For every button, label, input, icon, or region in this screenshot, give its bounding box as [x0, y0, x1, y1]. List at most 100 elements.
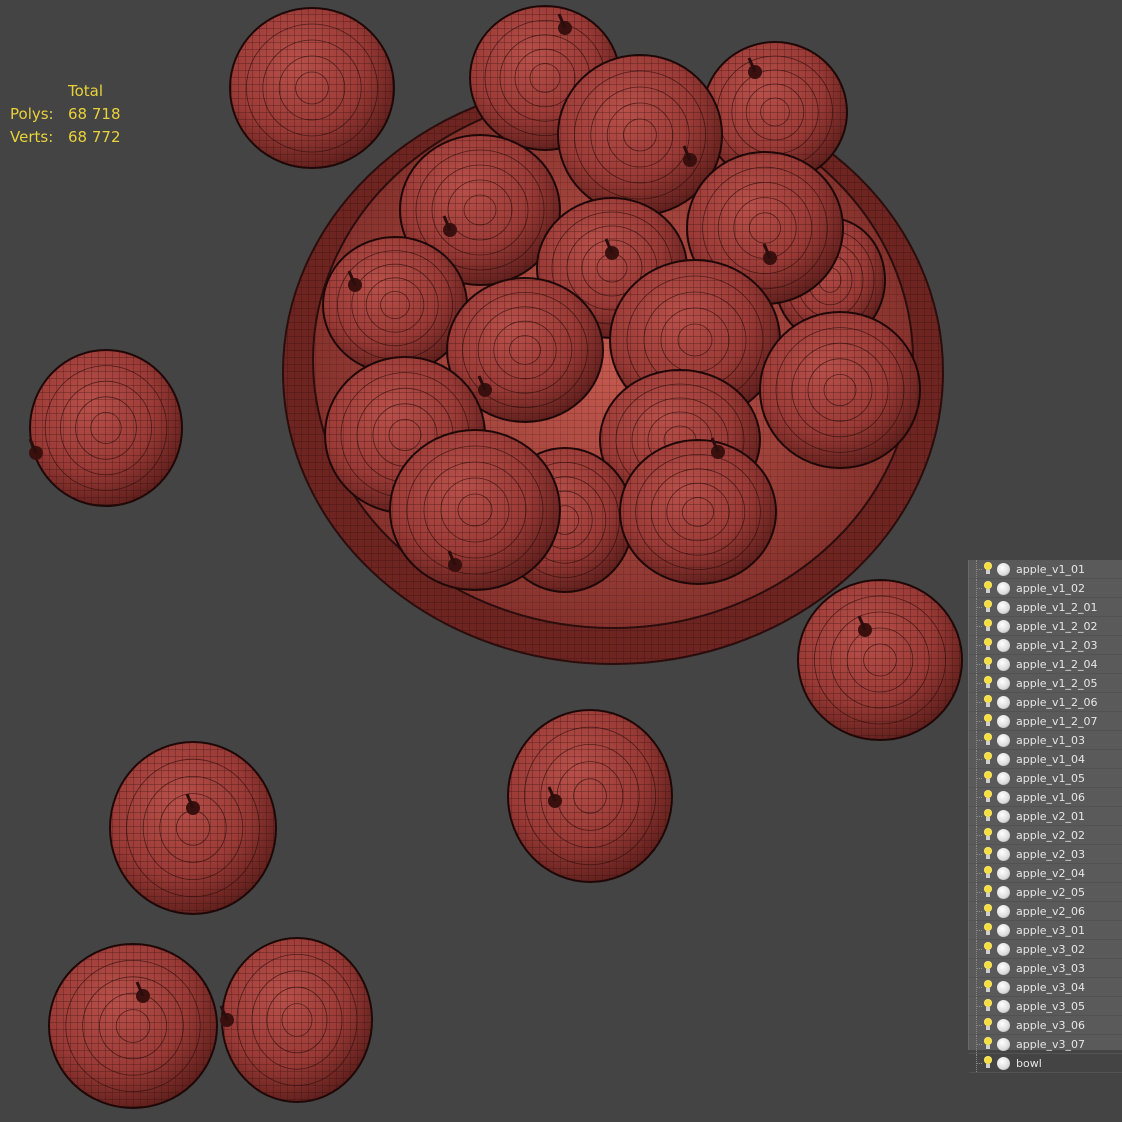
bulb-icon[interactable]	[983, 771, 993, 785]
tree-line	[969, 807, 983, 825]
bulb-icon[interactable]	[983, 676, 993, 690]
layer-item[interactable]: apple_v3_05	[969, 997, 1122, 1016]
layer-item[interactable]: apple_v2_01	[969, 807, 1122, 826]
render-icon[interactable]	[997, 581, 1010, 595]
layer-item[interactable]: apple_v1_04	[969, 750, 1122, 769]
layer-item[interactable]: apple_v3_03	[969, 959, 1122, 978]
bulb-icon[interactable]	[983, 961, 993, 975]
render-icon[interactable]	[997, 885, 1010, 899]
layer-item[interactable]: apple_v3_02	[969, 940, 1122, 959]
bulb-icon[interactable]	[983, 999, 993, 1013]
layer-item[interactable]: apple_v1_2_03	[969, 636, 1122, 655]
bulb-icon[interactable]	[983, 638, 993, 652]
layer-item[interactable]: apple_v1_2_04	[969, 655, 1122, 674]
bulb-icon[interactable]	[983, 828, 993, 842]
apple-mesh	[759, 311, 921, 469]
bulb-icon[interactable]	[983, 695, 993, 709]
render-icon[interactable]	[997, 676, 1010, 690]
bulb-icon[interactable]	[983, 619, 993, 633]
tree-line	[969, 997, 983, 1015]
bulb-icon[interactable]	[983, 942, 993, 956]
bulb-icon[interactable]	[983, 885, 993, 899]
render-icon[interactable]	[997, 562, 1010, 576]
render-icon[interactable]	[997, 1018, 1010, 1032]
render-icon[interactable]	[997, 657, 1010, 671]
layer-name: apple_v1_2_02	[1016, 619, 1098, 633]
render-icon[interactable]	[997, 695, 1010, 709]
layer-name: apple_v3_06	[1016, 1018, 1086, 1032]
layer-item[interactable]: apple_v2_02	[969, 826, 1122, 845]
render-icon[interactable]	[997, 733, 1010, 747]
apple-mesh	[619, 437, 777, 585]
layer-item[interactable]: apple_v1_02	[969, 579, 1122, 598]
layer-item[interactable]: apple_v1_2_02	[969, 617, 1122, 636]
tree-line	[969, 921, 983, 939]
layer-item[interactable]: apple_v1_2_05	[969, 674, 1122, 693]
layer-item[interactable]: apple_v1_01	[969, 560, 1122, 579]
bulb-icon[interactable]	[983, 980, 993, 994]
render-icon[interactable]	[997, 847, 1010, 861]
bulb-icon[interactable]	[983, 733, 993, 747]
layer-item[interactable]: apple_v2_06	[969, 902, 1122, 921]
render-icon[interactable]	[997, 1056, 1010, 1070]
bulb-icon[interactable]	[983, 657, 993, 671]
bulb-icon[interactable]	[983, 847, 993, 861]
apple-mesh	[109, 741, 277, 915]
layer-item[interactable]: apple_v3_07	[969, 1035, 1122, 1054]
bulb-icon[interactable]	[983, 1056, 993, 1070]
render-icon[interactable]	[997, 752, 1010, 766]
layer-name: apple_v3_02	[1016, 942, 1086, 956]
layer-item[interactable]: apple_v3_04	[969, 978, 1122, 997]
layer-item[interactable]: apple_v2_03	[969, 845, 1122, 864]
bulb-icon[interactable]	[983, 752, 993, 766]
render-icon[interactable]	[997, 828, 1010, 842]
scene-explorer-panel[interactable]: apple_v1_01 apple_v1_02 apple_v1_2_01apple…	[968, 560, 1122, 1073]
tree-line	[969, 940, 983, 958]
render-icon[interactable]	[997, 638, 1010, 652]
render-icon[interactable]	[997, 1037, 1010, 1051]
layer-item[interactable]: apple_v1_06	[969, 788, 1122, 807]
render-icon[interactable]	[997, 771, 1010, 785]
tree-line	[969, 826, 983, 844]
render-icon[interactable]	[997, 714, 1010, 728]
apple-mesh	[797, 579, 963, 741]
verts-value: 68 772	[68, 128, 121, 146]
render-icon[interactable]	[997, 600, 1010, 614]
render-icon[interactable]	[997, 809, 1010, 823]
render-icon[interactable]	[997, 923, 1010, 937]
layer-item[interactable]: apple_v1_2_01	[969, 598, 1122, 617]
layer-item[interactable]: apple_v2_05	[969, 883, 1122, 902]
layer-item[interactable]: apple_v1_05	[969, 769, 1122, 788]
render-icon[interactable]	[997, 790, 1010, 804]
bulb-icon[interactable]	[983, 581, 993, 595]
render-icon[interactable]	[997, 619, 1010, 633]
render-icon[interactable]	[997, 961, 1010, 975]
bulb-icon[interactable]	[983, 600, 993, 614]
layer-item[interactable]: bowl	[969, 1054, 1122, 1073]
polys-value: 68 718	[68, 105, 121, 123]
apple-mesh	[219, 937, 373, 1103]
bulb-icon[interactable]	[983, 790, 993, 804]
bulb-icon[interactable]	[983, 1018, 993, 1032]
bulb-icon[interactable]	[983, 562, 993, 576]
bulb-icon[interactable]	[983, 904, 993, 918]
layer-item[interactable]: apple_v2_04	[969, 864, 1122, 883]
bulb-icon[interactable]	[983, 923, 993, 937]
render-icon[interactable]	[997, 942, 1010, 956]
render-icon[interactable]	[997, 904, 1010, 918]
layer-item[interactable]: apple_v1_2_06	[969, 693, 1122, 712]
render-icon[interactable]	[997, 866, 1010, 880]
bulb-icon[interactable]	[983, 866, 993, 880]
layer-item[interactable]: apple_v3_01	[969, 921, 1122, 940]
render-icon[interactable]	[997, 999, 1010, 1013]
render-icon[interactable]	[997, 980, 1010, 994]
layer-item[interactable]: apple_v1_2_07	[969, 712, 1122, 731]
3d-viewport[interactable]	[0, 0, 1122, 1122]
bulb-icon[interactable]	[983, 809, 993, 823]
layer-item[interactable]: apple_v1_03	[969, 731, 1122, 750]
apple-mesh	[229, 7, 395, 169]
bulb-icon[interactable]	[983, 714, 993, 728]
bulb-icon[interactable]	[983, 1037, 993, 1051]
tree-line	[969, 636, 983, 654]
layer-item[interactable]: apple_v3_06	[969, 1016, 1122, 1035]
